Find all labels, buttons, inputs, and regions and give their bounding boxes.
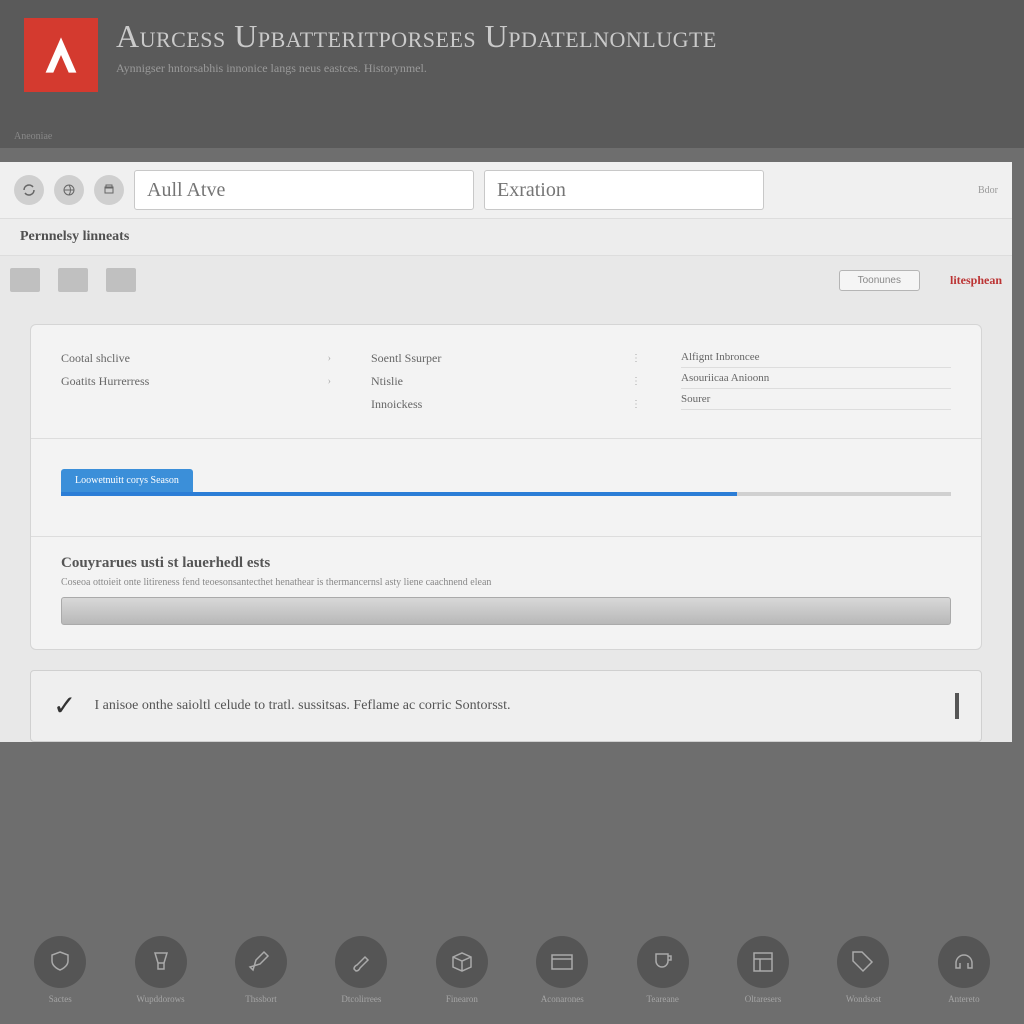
list-item[interactable]: Asouriicaa Anioonn xyxy=(681,368,951,389)
dock-brush-icon[interactable]: Dtcolirrees xyxy=(321,936,401,1004)
app-title: Aurcess Upbatteritporsees Updatelnonlugt… xyxy=(116,18,1000,55)
status-banner: ✓ I anisoe onthe saioltl celude to tratl… xyxy=(30,670,982,742)
list-item[interactable]: Sourer xyxy=(681,389,951,410)
progress-label: Loowetnuitt corys Season xyxy=(61,469,193,492)
column-left: Cootal shclive› Goatits Hurrerress› xyxy=(61,347,331,416)
list-item[interactable]: Cootal shclive› xyxy=(61,347,331,370)
dock-box-icon[interactable]: Finearon xyxy=(422,936,502,1004)
toolbar-badge: Bdor xyxy=(978,185,998,196)
search-input-primary[interactable] xyxy=(134,170,474,210)
dock-glass-icon[interactable]: Wupddorows xyxy=(120,936,200,1004)
main-window: Bdor Pernnelsy linneats Toonunes litesph… xyxy=(0,162,1012,742)
globe-icon[interactable] xyxy=(54,175,84,205)
action-button[interactable]: Toonunes xyxy=(839,270,920,291)
banner-message: I anisoe onthe saioltl celude to tratl. … xyxy=(94,698,937,714)
progress-bar xyxy=(61,492,951,496)
dock-headset-icon[interactable]: Antereto xyxy=(924,936,1004,1004)
tab-row: Toonunes litesphean xyxy=(0,256,1012,304)
tab-item-1[interactable] xyxy=(10,268,40,292)
refresh-icon[interactable] xyxy=(14,175,44,205)
print-icon[interactable] xyxy=(94,175,124,205)
tab-item-2[interactable] xyxy=(58,268,88,292)
description-section: Couyrarues usti st lauerhedl ests Coseoa… xyxy=(31,536,981,649)
check-icon: ✓ xyxy=(53,689,76,723)
list-item[interactable]: Goatits Hurrerress› xyxy=(61,370,331,393)
progress-section: Loowetnuitt corys Season xyxy=(31,438,981,536)
dock-panel-icon[interactable]: Oltaresers xyxy=(723,936,803,1004)
list-item[interactable]: Ntislie⋮ xyxy=(371,370,641,393)
description-title: Couyrarues usti st lauerhedl ests xyxy=(61,555,951,572)
tab-item-3[interactable] xyxy=(106,268,136,292)
content-panel: Cootal shclive› Goatits Hurrerress› Soen… xyxy=(30,324,982,650)
section-title: Pernnelsy linneats xyxy=(0,218,1012,256)
description-body: Coseoa ottoieit onte litireness fend teo… xyxy=(61,576,951,589)
dock-cup-icon[interactable]: Teareane xyxy=(622,936,702,1004)
list-item[interactable]: Soentl Ssurper⋮ xyxy=(371,347,641,370)
list-item[interactable]: Innoickess⋮ xyxy=(371,393,641,416)
app-logo xyxy=(24,18,98,92)
app-header: Aurcess Upbatteritporsees Updatelnonlugt… xyxy=(0,0,1024,125)
dock-shield-icon[interactable]: Sactes xyxy=(20,936,100,1004)
column-right: Alfignt Inbroncee Asouriicaa Anioonn Sou… xyxy=(681,347,951,416)
breadcrumb: Aneoniae xyxy=(0,125,1024,148)
handle-icon[interactable] xyxy=(955,693,959,719)
action-link[interactable]: litesphean xyxy=(950,273,1002,288)
dock-card-icon[interactable]: Aconarones xyxy=(522,936,602,1004)
description-input[interactable] xyxy=(61,597,951,625)
app-subtitle: Aynnigser hntorsabhis innonice langs neu… xyxy=(116,61,1000,76)
column-mid: Soentl Ssurper⋮ Ntislie⋮ Innoickess⋮ xyxy=(371,347,641,416)
toolbar: Bdor xyxy=(0,162,1012,218)
dock-tag-icon[interactable]: Wondsost xyxy=(823,936,903,1004)
dock-pen-icon[interactable]: Thssbort xyxy=(221,936,301,1004)
search-input-secondary[interactable] xyxy=(484,170,764,210)
list-item[interactable]: Alfignt Inbroncee xyxy=(681,347,951,368)
footer-dock: Sactes Wupddorows Thssbort Dtcolirrees Finea… xyxy=(0,916,1024,1024)
